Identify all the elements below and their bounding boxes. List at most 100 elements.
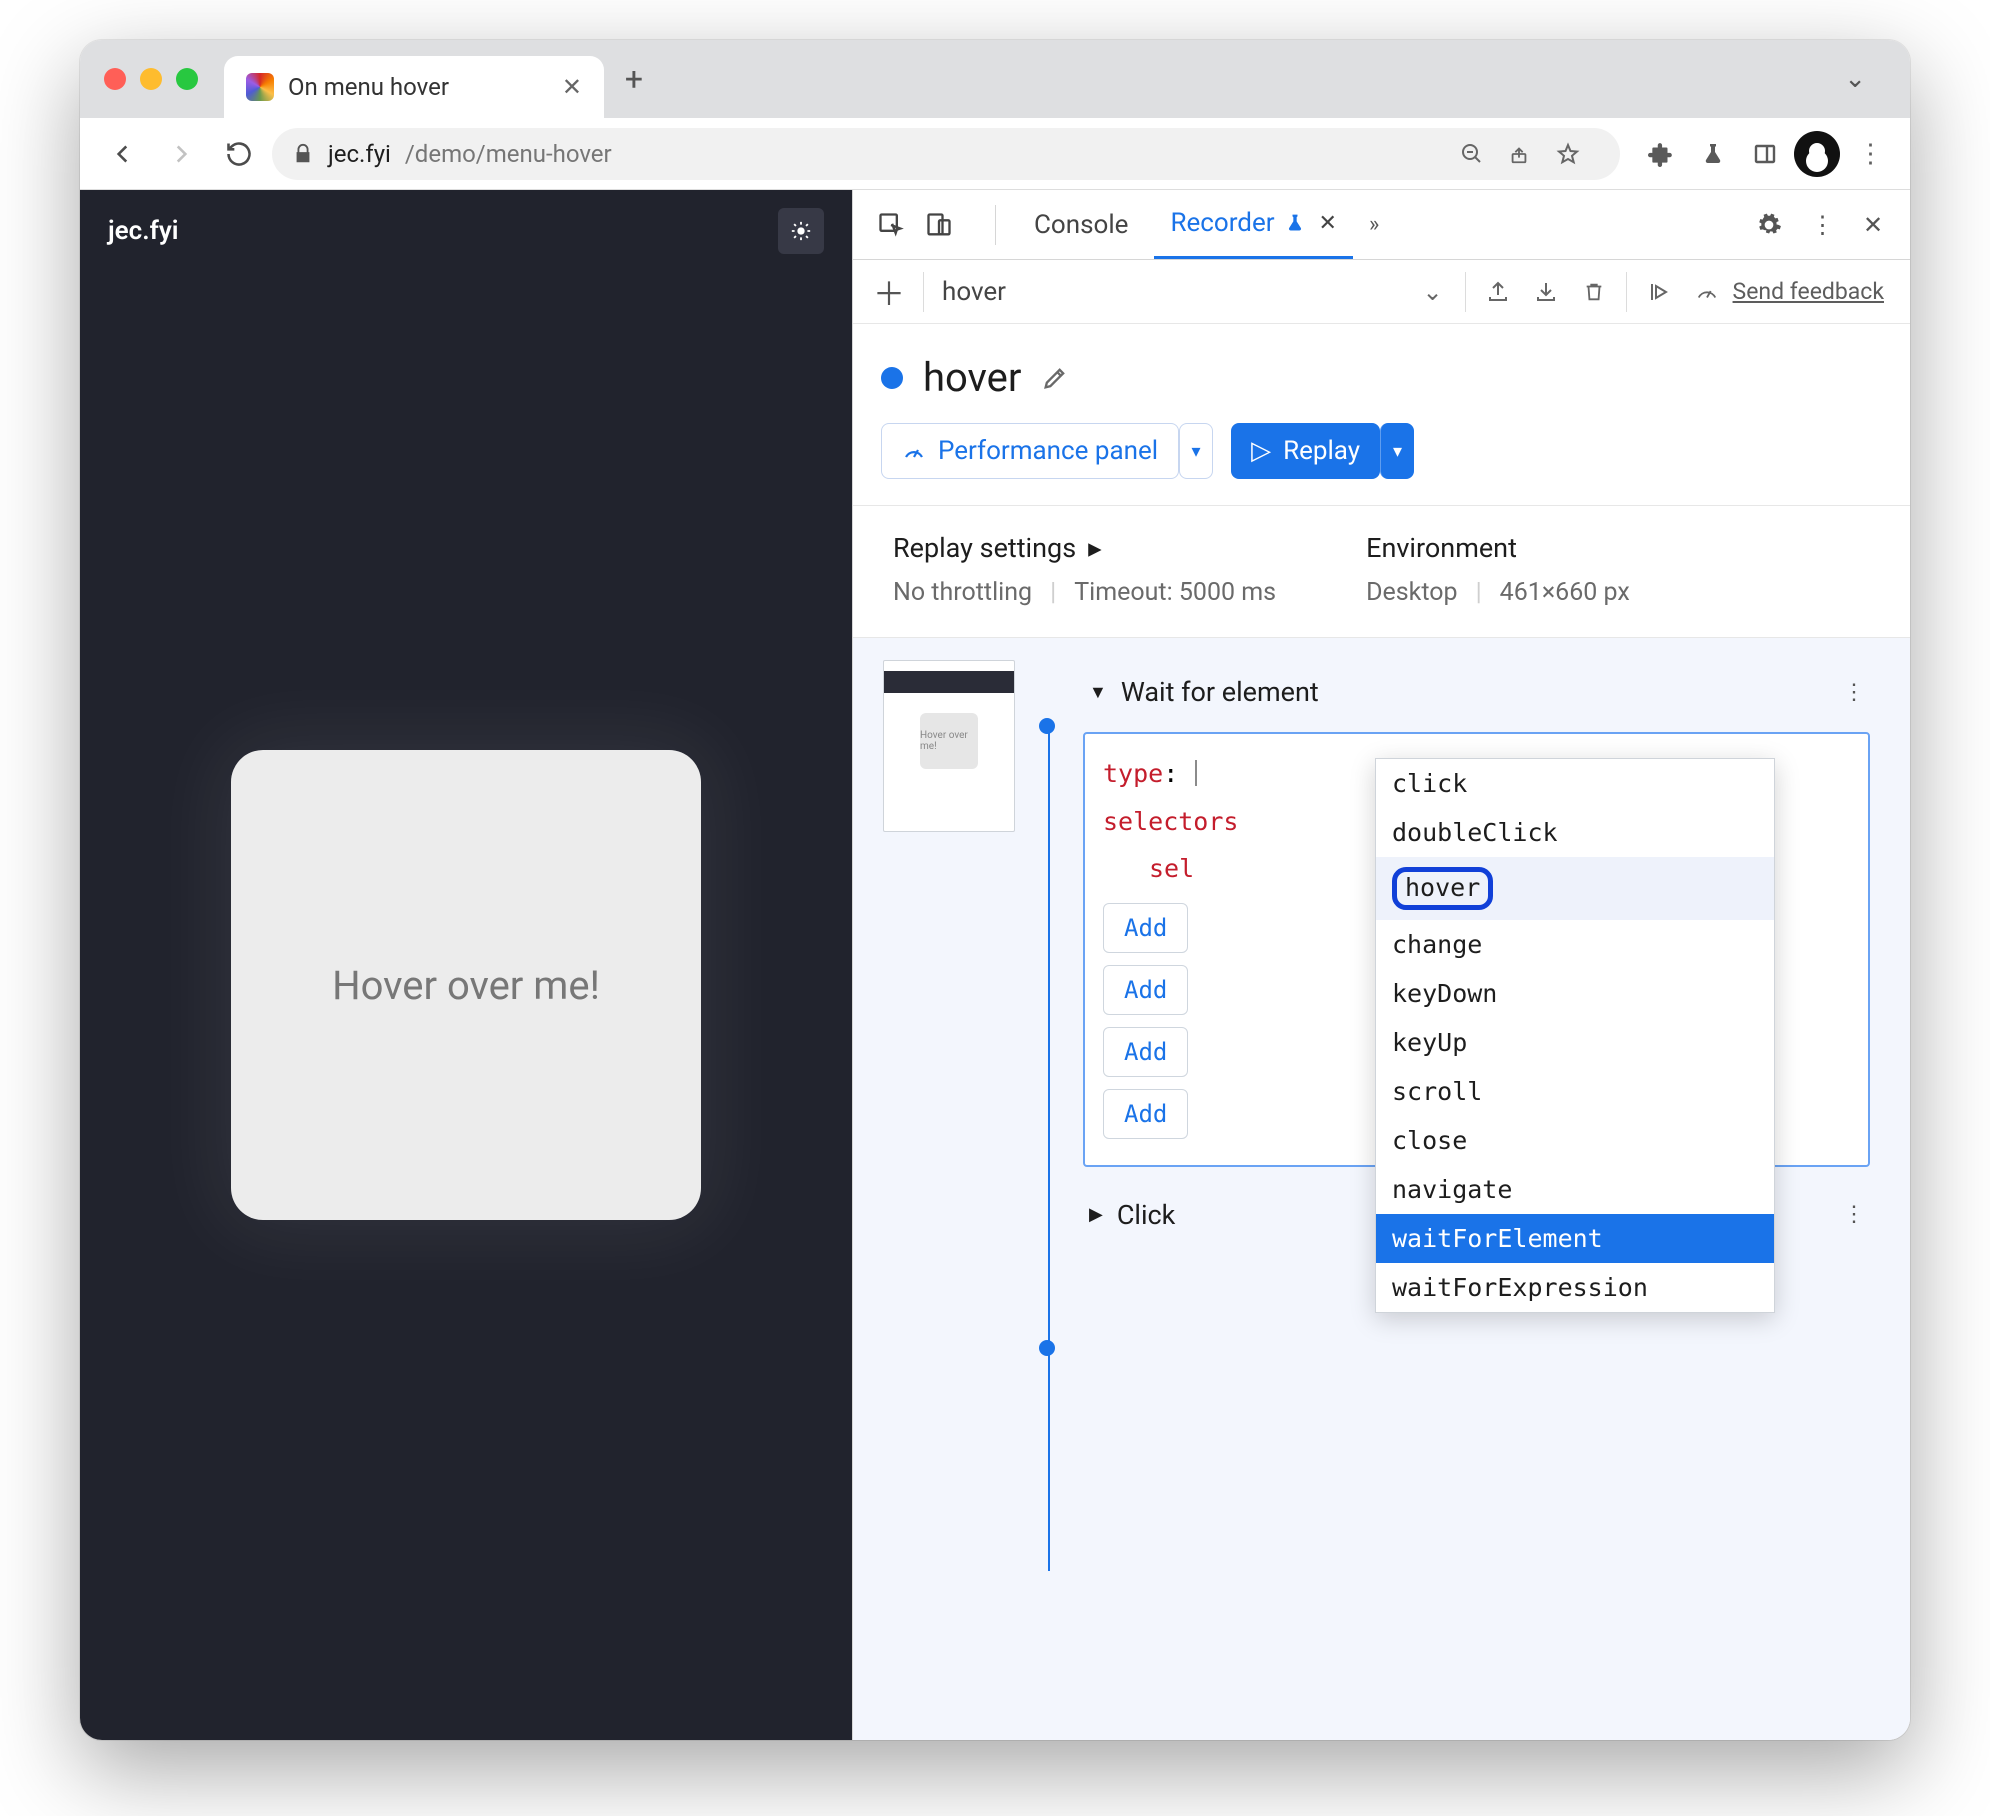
add-selector-button[interactable]: Add: [1103, 1027, 1188, 1077]
console-tab[interactable]: Console: [1018, 191, 1144, 259]
bookmark-star-icon[interactable]: [1556, 142, 1600, 166]
chrome-menu-button[interactable]: ⋮: [1846, 131, 1892, 177]
step-wait-for-element: ▼ Wait for element ⋮ type: selectors sel…: [1083, 660, 1890, 1167]
throttling-value: No throttling: [893, 578, 1032, 607]
timeline-dot: [1039, 1340, 1055, 1356]
timeline-dot: [1039, 718, 1055, 734]
tab-list-chevron-icon[interactable]: ⌄: [1824, 64, 1886, 94]
export-icon[interactable]: [1476, 270, 1520, 314]
add-selector-button[interactable]: Add: [1103, 965, 1188, 1015]
environment-label: Environment: [1366, 532, 1630, 564]
replay-button[interactable]: ▷Replay: [1231, 423, 1380, 479]
toolbar-icons: ⋮: [1638, 131, 1892, 177]
chevron-down-icon: ▼: [1089, 682, 1107, 703]
edit-title-button[interactable]: [1041, 364, 1069, 392]
timeline-line: [1048, 722, 1050, 1571]
close-devtools-button[interactable]: ✕: [1852, 204, 1894, 246]
dropdown-option[interactable]: doubleClick: [1376, 808, 1774, 857]
flask-icon[interactable]: [1690, 131, 1736, 177]
add-selector-button[interactable]: Add: [1103, 1089, 1188, 1139]
omnibox-actions: [1460, 142, 1600, 166]
dropdown-option[interactable]: keyUp: [1376, 1018, 1774, 1067]
zoom-out-icon[interactable]: [1460, 142, 1504, 166]
minimize-window-button[interactable]: [140, 68, 162, 90]
step-header[interactable]: ▼ Wait for element ⋮: [1083, 660, 1890, 724]
recorder-settings: Replay settings ▸ No throttling | Timeou…: [853, 505, 1910, 638]
dropdown-option-hover[interactable]: hover: [1376, 857, 1774, 920]
step-thumbnail[interactable]: Hover over me!: [883, 660, 1015, 832]
new-tab-button[interactable]: +: [604, 60, 664, 98]
inspect-element-icon[interactable]: [869, 203, 913, 247]
close-tab-icon[interactable]: ✕: [1319, 211, 1337, 236]
chevron-right-icon: ▸: [1088, 532, 1102, 564]
address-bar[interactable]: jec.fyi/demo/menu-hover: [272, 128, 1620, 180]
replay-dropdown[interactable]: ▾: [1380, 423, 1414, 479]
content-area: jec.fyi Hover over me! Console: [80, 190, 1910, 1740]
recording-dd-chevron-icon[interactable]: ⌄: [1411, 270, 1455, 314]
dropdown-option[interactable]: keyDown: [1376, 969, 1774, 1018]
dropdown-option[interactable]: waitForExpression: [1376, 1263, 1774, 1312]
flask-badge-icon: [1285, 212, 1305, 234]
recording-header: hover: [853, 324, 1910, 419]
recorder-tab[interactable]: Recorder ✕: [1154, 191, 1353, 259]
add-selector-button[interactable]: Add: [1103, 903, 1188, 953]
window-controls: [104, 68, 198, 90]
webpage: jec.fyi Hover over me!: [80, 190, 852, 1740]
dropdown-option[interactable]: click: [1376, 759, 1774, 808]
tab-strip: On menu hover ✕ + ⌄: [80, 40, 1910, 118]
recording-title: hover: [923, 354, 1021, 401]
tab-close-button[interactable]: ✕: [562, 73, 582, 101]
recorder-actions: Performance panel ▾ ▷Replay ▾: [853, 419, 1910, 505]
environment-viewport: 461×660 px: [1500, 578, 1630, 607]
chevron-right-icon: ▶: [1089, 1204, 1103, 1225]
dropdown-option-selected[interactable]: waitForElement: [1376, 1214, 1774, 1263]
dropdown-option[interactable]: navigate: [1376, 1165, 1774, 1214]
steps-area: Hover over me! ▼ Wait for element ⋮ type…: [853, 638, 1910, 1740]
more-tabs-chevron-icon[interactable]: »: [1369, 212, 1379, 237]
step-menu-button[interactable]: ⋮: [1843, 1202, 1880, 1227]
back-button[interactable]: [98, 129, 148, 179]
performance-panel-button[interactable]: Performance panel: [881, 423, 1179, 479]
hover-box-text: Hover over me!: [332, 962, 600, 1009]
lock-icon: [292, 143, 314, 165]
type-dropdown[interactable]: click doubleClick hover change keyDown k…: [1375, 758, 1775, 1313]
step-icon[interactable]: [1637, 270, 1681, 314]
forward-button[interactable]: [156, 129, 206, 179]
url-domain: jec.fyi: [328, 140, 391, 168]
recorder-toolbar: ＋ hover ⌄ Send feedback: [853, 260, 1910, 324]
performance-panel-dropdown[interactable]: ▾: [1179, 423, 1213, 479]
extensions-icon[interactable]: [1638, 131, 1684, 177]
recording-indicator-dot: [881, 367, 903, 389]
tab-title: On menu hover: [288, 73, 548, 101]
hover-target-box[interactable]: Hover over me!: [231, 750, 701, 1220]
browser-tab[interactable]: On menu hover ✕: [224, 56, 604, 118]
fullscreen-window-button[interactable]: [176, 68, 198, 90]
side-panel-icon[interactable]: [1742, 131, 1788, 177]
profile-avatar[interactable]: [1794, 131, 1840, 177]
reload-button[interactable]: [214, 129, 264, 179]
devtools-tabbar: Console Recorder ✕ » ⋮ ✕: [853, 190, 1910, 260]
timeout-value: Timeout: 5000 ms: [1074, 578, 1276, 607]
browser-window: On menu hover ✕ + ⌄ jec.fyi/demo/menu-ho…: [80, 40, 1910, 1740]
delete-icon[interactable]: [1572, 270, 1616, 314]
devtools-panel: Console Recorder ✕ » ⋮ ✕ ＋ hover: [852, 190, 1910, 1740]
add-recording-button[interactable]: ＋: [865, 269, 913, 315]
import-icon[interactable]: [1524, 270, 1568, 314]
share-icon[interactable]: [1508, 142, 1552, 166]
recording-selector[interactable]: hover: [934, 268, 1020, 316]
browser-toolbar: jec.fyi/demo/menu-hover ⋮: [80, 118, 1910, 190]
devtools-menu-button[interactable]: ⋮: [1800, 204, 1842, 246]
device-toolbar-icon[interactable]: [917, 203, 961, 247]
dropdown-option[interactable]: scroll: [1376, 1067, 1774, 1116]
dropdown-option[interactable]: close: [1376, 1116, 1774, 1165]
speed-gauge-icon[interactable]: [1685, 270, 1729, 314]
step-menu-button[interactable]: ⋮: [1843, 680, 1880, 705]
replay-settings-label[interactable]: Replay settings: [893, 532, 1076, 564]
dropdown-option[interactable]: change: [1376, 920, 1774, 969]
settings-gear-icon[interactable]: [1748, 204, 1790, 246]
environment-device: Desktop: [1366, 578, 1457, 607]
url-path: /demo/menu-hover: [405, 140, 612, 168]
close-window-button[interactable]: [104, 68, 126, 90]
send-feedback-link[interactable]: Send feedback: [1733, 278, 1898, 305]
favicon: [246, 73, 274, 101]
